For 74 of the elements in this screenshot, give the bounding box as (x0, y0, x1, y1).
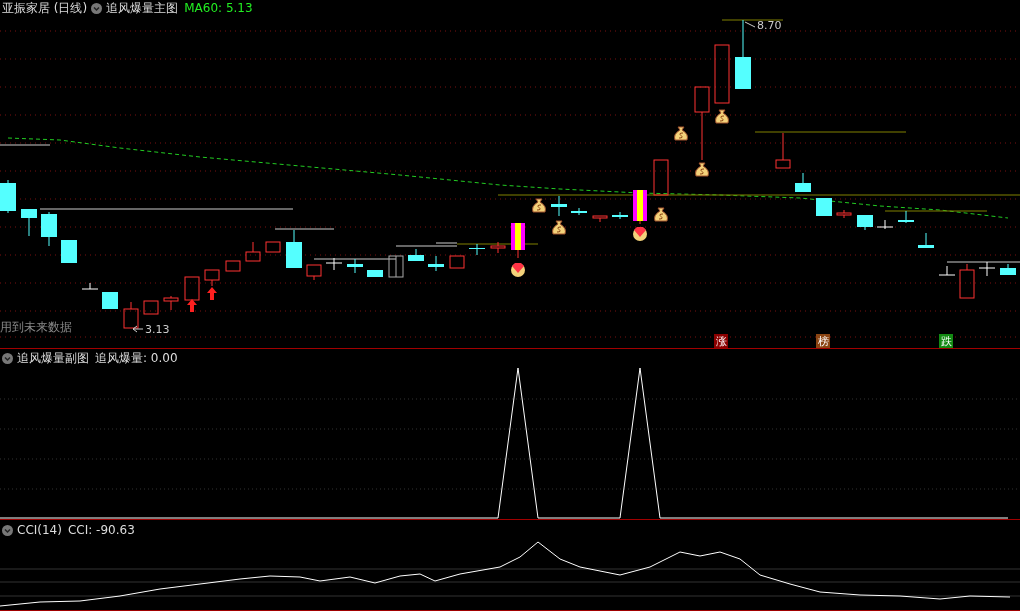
candlestick (795, 172, 811, 193)
candlestick (21, 208, 37, 237)
signal-badge: 榜 (816, 334, 830, 348)
gem-icon (511, 263, 525, 277)
candlestick (714, 44, 730, 104)
candlestick (449, 255, 465, 269)
dropdown-icon[interactable] (2, 524, 13, 536)
candlestick (204, 269, 220, 287)
candlestick (959, 263, 975, 299)
candlestick (612, 211, 628, 220)
candlestick (143, 300, 159, 315)
indicator-name: CCI(14) (17, 524, 62, 536)
candlestick (978, 261, 996, 277)
candlestick (325, 257, 343, 271)
candlestick (265, 241, 281, 253)
candlestick (0, 179, 16, 214)
dropdown-icon[interactable] (91, 2, 103, 14)
candlestick (245, 241, 261, 262)
candlestick (428, 255, 444, 272)
candlestick (816, 197, 832, 217)
money-bag-icon (715, 109, 729, 124)
candlestick (938, 265, 956, 276)
signal-badge: 涨 (714, 334, 728, 348)
money-bag-icon (532, 198, 546, 213)
ma-value: MA60: 5.13 (184, 2, 253, 14)
candlestick (551, 195, 567, 217)
money-bag-icon (654, 207, 668, 222)
stock-title: 亚振家居 (日线) (2, 2, 88, 14)
candlestick (1000, 263, 1016, 276)
leader-line (744, 21, 756, 28)
candlestick (633, 189, 647, 225)
indicator-value: 追风爆量: 0.00 (95, 352, 178, 364)
money-bag-icon (552, 220, 566, 235)
candlestick (857, 214, 873, 231)
candlestick (123, 301, 139, 329)
candlestick (408, 248, 424, 262)
candlestick (163, 295, 179, 311)
candlestick (388, 255, 404, 278)
gem-icon (633, 227, 647, 241)
candlestick (592, 215, 608, 223)
candlestick (653, 159, 669, 196)
candlestick (571, 207, 587, 216)
high-price-label: 8.70 (757, 20, 782, 31)
dropdown-icon[interactable] (2, 352, 13, 364)
money-bag-icon (674, 126, 688, 141)
up-arrow-icon (187, 299, 197, 312)
candlestick (876, 219, 894, 230)
candlestick (735, 19, 751, 90)
signal-badge: 跌 (939, 334, 953, 348)
candlestick (184, 276, 200, 301)
candlestick (898, 210, 914, 224)
candlestick (469, 243, 485, 256)
low-price-label: 3.13 (145, 324, 170, 335)
leader-line (132, 325, 144, 333)
candlestick (775, 132, 791, 169)
candlestick (836, 209, 852, 219)
indicator-value: CCI: -90.63 (67, 524, 135, 536)
candlestick (286, 229, 302, 269)
indicator-name: 追风爆量副图 (17, 352, 89, 364)
candlestick (41, 211, 57, 247)
up-arrow-icon (207, 287, 217, 300)
money-bag-icon (695, 162, 709, 177)
candlestick (347, 258, 363, 274)
candlestick (81, 282, 99, 290)
indicator-name: 追风爆量主图 (106, 2, 179, 14)
candlestick (225, 260, 241, 272)
candlestick (367, 269, 383, 278)
candlestick (306, 264, 322, 281)
candlestick (102, 291, 118, 310)
candlestick (61, 239, 77, 264)
warning-text: 用到未来数据 (0, 321, 72, 333)
candlestick (490, 241, 506, 254)
candlestick (918, 232, 934, 249)
candlestick (511, 222, 525, 259)
